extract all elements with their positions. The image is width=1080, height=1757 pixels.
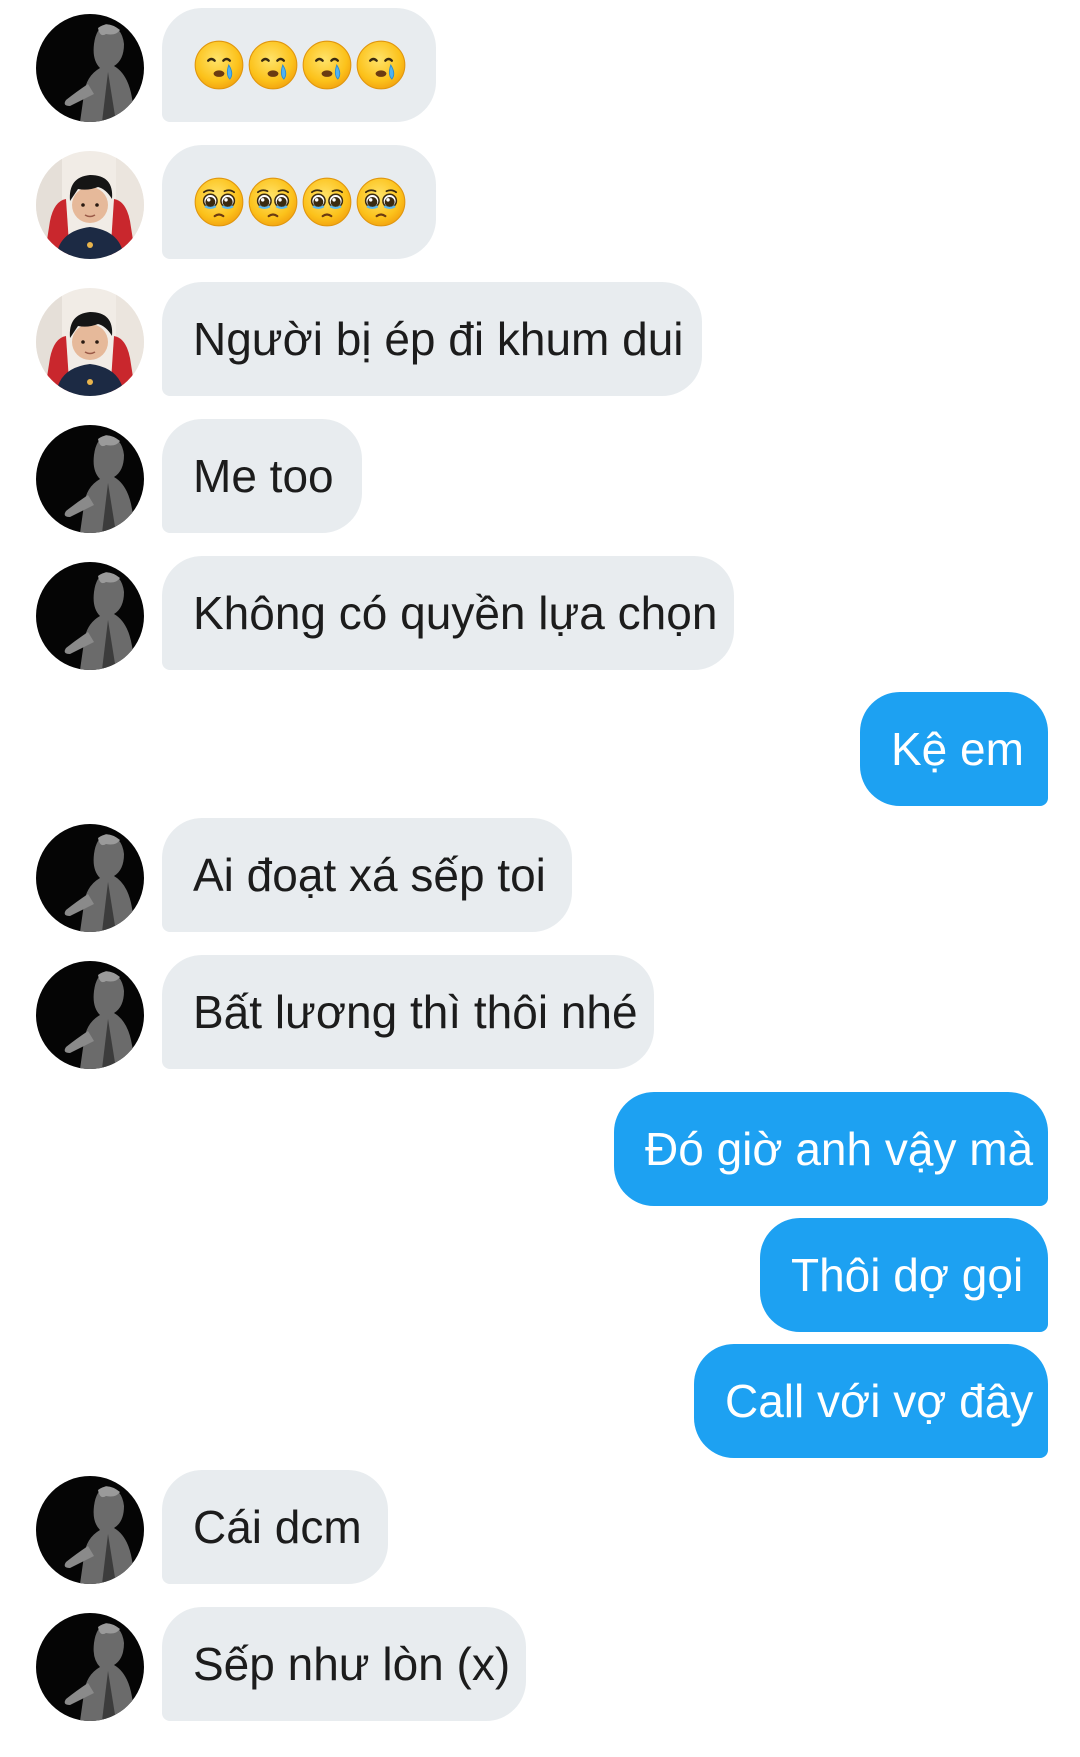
avatar[interactable] bbox=[36, 1613, 144, 1721]
message-bubble[interactable]: Call với vợ đây bbox=[694, 1344, 1048, 1458]
message-text: Me too bbox=[193, 450, 334, 502]
message-bubble[interactable]: Đó giờ anh vậy mà bbox=[614, 1092, 1048, 1206]
message-row: Cái dcm bbox=[0, 1470, 1080, 1584]
message-row: Bất lương thì thôi nhé bbox=[0, 955, 1080, 1069]
message-text: Không có quyền lựa chọn bbox=[193, 587, 718, 639]
message-bubble[interactable] bbox=[162, 145, 436, 259]
message-bubble[interactable]: Me too bbox=[162, 419, 362, 533]
avatar[interactable] bbox=[36, 1476, 144, 1584]
message-bubble[interactable] bbox=[162, 8, 436, 122]
emoji-group bbox=[193, 8, 407, 122]
message-row bbox=[0, 8, 1080, 122]
message-text: Thôi dợ gọi bbox=[791, 1249, 1024, 1301]
pleading-face-icon bbox=[356, 177, 406, 227]
message-bubble[interactable]: Kệ em bbox=[860, 692, 1048, 806]
message-text: Ai đoạt xá sếp toi bbox=[193, 849, 546, 901]
avatar[interactable] bbox=[36, 425, 144, 533]
message-row: Me too bbox=[0, 419, 1080, 533]
chat-thread: Người bị ép đi khum dui Me too Không có … bbox=[0, 0, 1080, 1757]
message-bubble[interactable]: Ai đoạt xá sếp toi bbox=[162, 818, 572, 932]
face-holding-back-tears-icon bbox=[248, 40, 298, 90]
message-bubble[interactable]: Cái dcm bbox=[162, 1470, 388, 1584]
message-row: Sếp như lòn (x) bbox=[0, 1607, 1080, 1721]
avatar[interactable] bbox=[36, 562, 144, 670]
message-row bbox=[0, 145, 1080, 259]
message-text: Đó giờ anh vậy mà bbox=[645, 1123, 1034, 1175]
message-text: Người bị ép đi khum dui bbox=[193, 313, 684, 365]
avatar[interactable] bbox=[36, 14, 144, 122]
message-bubble[interactable]: Sếp như lòn (x) bbox=[162, 1607, 526, 1721]
pleading-face-icon bbox=[194, 177, 244, 227]
message-bubble[interactable]: Người bị ép đi khum dui bbox=[162, 282, 702, 396]
message-row: Call với vợ đây bbox=[0, 1344, 1080, 1458]
message-row: Thôi dợ gọi bbox=[0, 1218, 1080, 1332]
face-holding-back-tears-icon bbox=[302, 40, 352, 90]
message-text: Cái dcm bbox=[193, 1501, 362, 1553]
emoji-group bbox=[193, 145, 407, 259]
message-text: Kệ em bbox=[891, 723, 1024, 775]
message-text: Call với vợ đây bbox=[725, 1375, 1034, 1427]
message-text: Sếp như lòn (x) bbox=[193, 1638, 511, 1690]
face-holding-back-tears-icon bbox=[194, 40, 244, 90]
message-row: Kệ em bbox=[0, 692, 1080, 806]
message-bubble[interactable]: Thôi dợ gọi bbox=[760, 1218, 1048, 1332]
avatar[interactable] bbox=[36, 288, 144, 396]
pleading-face-icon bbox=[248, 177, 298, 227]
message-row: Người bị ép đi khum dui bbox=[0, 282, 1080, 396]
face-holding-back-tears-icon bbox=[356, 40, 406, 90]
avatar[interactable] bbox=[36, 961, 144, 1069]
avatar[interactable] bbox=[36, 824, 144, 932]
message-row: Ai đoạt xá sếp toi bbox=[0, 818, 1080, 932]
message-text: Bất lương thì thôi nhé bbox=[193, 986, 638, 1038]
message-row: Không có quyền lựa chọn bbox=[0, 556, 1080, 670]
message-row: Đó giờ anh vậy mà bbox=[0, 1092, 1080, 1206]
message-bubble[interactable]: Bất lương thì thôi nhé bbox=[162, 955, 654, 1069]
message-bubble[interactable]: Không có quyền lựa chọn bbox=[162, 556, 734, 670]
avatar[interactable] bbox=[36, 151, 144, 259]
pleading-face-icon bbox=[302, 177, 352, 227]
